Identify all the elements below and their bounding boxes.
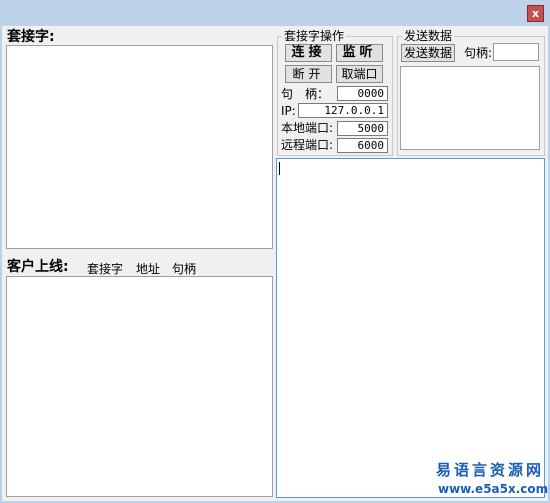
ip-label: IP:	[281, 104, 296, 118]
socket-ops-group-title: 套接字操作	[282, 29, 347, 43]
watermark-title: 易语言资源网	[436, 461, 545, 479]
received-data-textarea[interactable]	[276, 158, 545, 498]
send-data-input[interactable]	[400, 66, 540, 150]
remote-port-label: 远程端口:	[281, 138, 334, 152]
disconnect-button[interactable]: 断开	[285, 65, 332, 83]
column-header-address[interactable]: 地址	[136, 261, 160, 277]
column-header-handle[interactable]: 句柄	[172, 261, 196, 277]
local-port-field[interactable]: 5000	[337, 121, 388, 136]
clients-list-box[interactable]	[6, 276, 273, 497]
remote-port-field[interactable]: 6000	[337, 138, 388, 153]
handle-label: 句 柄：	[281, 87, 330, 101]
text-caret	[279, 162, 280, 175]
ip-field[interactable]: 127.0.0.1	[298, 103, 388, 118]
local-port-label: 本地端口:	[281, 121, 334, 135]
clients-section-title: 客户上线:	[7, 259, 69, 275]
listen-button[interactable]: 监听	[336, 44, 383, 62]
send-handle-label: 句柄:	[464, 46, 493, 60]
get-port-button[interactable]: 取端口	[336, 65, 383, 83]
send-data-button[interactable]: 发送数据	[401, 44, 455, 62]
handle-field[interactable]: 0000	[337, 86, 388, 101]
send-data-group-title: 发送数据	[402, 29, 455, 43]
title-bar	[0, 0, 550, 26]
close-button[interactable]: x	[527, 5, 544, 22]
socket-section-title: 套接字:	[7, 29, 55, 45]
socket-list-box[interactable]	[6, 45, 273, 249]
connect-button[interactable]: 连接	[285, 44, 332, 62]
column-header-socket[interactable]: 套接字	[87, 261, 123, 277]
send-handle-field[interactable]	[493, 43, 539, 61]
watermark-url: www.e5a5x.com	[438, 482, 549, 496]
